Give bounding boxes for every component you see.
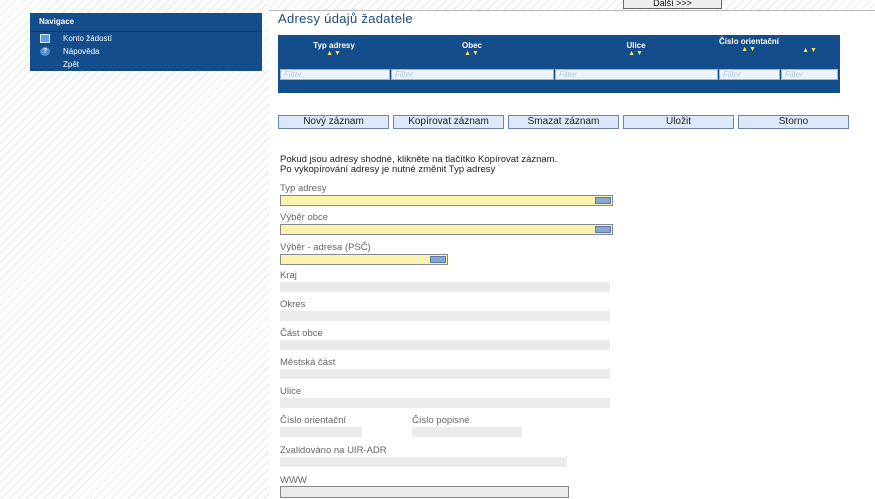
label-vyber-obce: Výběr obce: [280, 212, 329, 223]
copy-record-button[interactable]: Kopírovat záznam: [393, 115, 504, 129]
filter-typ-adresy[interactable]: Filter: [280, 69, 390, 80]
sort-arrows-icon[interactable]: ▲▼: [278, 50, 390, 58]
column-label: Obec: [461, 41, 482, 50]
cancel-button[interactable]: Storno: [738, 115, 849, 129]
field-cislo-orientacni: [280, 427, 362, 437]
www-input[interactable]: [280, 486, 569, 498]
column-header-obec[interactable]: Obec ▲▼: [390, 35, 554, 67]
label-mestska-cast: Městská část: [280, 357, 336, 368]
field-zvalidovano: [280, 457, 567, 467]
filter-obec[interactable]: Filter: [391, 69, 554, 80]
select-vyber-obce[interactable]: [280, 224, 613, 235]
field-mestska-cast: [280, 369, 610, 379]
picker-icon[interactable]: [430, 256, 446, 263]
delete-record-button[interactable]: Smazat záznam: [508, 115, 619, 129]
nav-item-label: Konto žádostí: [63, 34, 112, 43]
page-title: Adresy údajů žadatele: [278, 11, 413, 26]
filter-ulice[interactable]: Filter: [555, 69, 718, 80]
sort-arrows-icon[interactable]: ▲▼: [390, 50, 554, 58]
nav-item-zpet[interactable]: Zpět: [30, 58, 262, 71]
navigation-title: Navigace: [30, 13, 262, 32]
filter-cislo-orientacni[interactable]: Filter: [719, 69, 780, 80]
sort-arrows-icon[interactable]: ▲▼: [718, 46, 780, 54]
info-text-line2: Po vykopírování adresy je nutné změnit T…: [280, 164, 496, 175]
field-kraj: [280, 282, 610, 292]
column-header-cislo-orientacni[interactable]: Číslo orientační ▲▼: [718, 35, 780, 67]
label-ulice: Ulice: [280, 386, 302, 397]
addresses-grid: Typ adresy ▲▼ Obec ▲▼ Ulice ▲▼ Číslo ori…: [278, 35, 840, 93]
column-header-extra[interactable]: ▲▼: [780, 35, 840, 67]
nav-item-label: Zpět: [63, 60, 80, 69]
column-label: Typ adresy: [313, 41, 355, 50]
field-cast-obce: [280, 340, 610, 350]
new-record-button[interactable]: Nový záznam: [278, 115, 389, 129]
field-cislo-popisne: [412, 427, 522, 437]
sort-arrows-icon[interactable]: ▲▼: [780, 47, 840, 55]
nav-item-label: Nápověda: [63, 47, 100, 56]
select-vyber-adresa[interactable]: [280, 254, 448, 265]
label-vyber-adresa: Výběr - adresa (PSČ): [280, 242, 371, 253]
label-cislo-popisne: Číslo popisné: [412, 415, 470, 426]
save-button[interactable]: Uložit: [623, 115, 734, 129]
column-label: Ulice: [626, 41, 646, 50]
help-icon: ?: [40, 47, 50, 56]
nav-item-konto-zadosti[interactable]: Konto žádostí: [30, 32, 262, 45]
column-label: Číslo orientační: [718, 37, 779, 46]
select-typ-adresy[interactable]: [280, 195, 613, 206]
field-ulice: [280, 398, 610, 408]
column-header-ulice[interactable]: Ulice ▲▼: [554, 35, 718, 67]
nav-item-napoveda[interactable]: ? Nápověda: [30, 45, 262, 58]
column-header-typ-adresy[interactable]: Typ adresy ▲▼: [278, 35, 390, 67]
sort-arrows-icon[interactable]: ▲▼: [554, 50, 718, 58]
label-zvalidovano: Zvalidováno na UIR-ADR: [280, 445, 387, 456]
picker-icon[interactable]: [595, 197, 611, 204]
label-okres: Okres: [280, 299, 306, 310]
filter-extra[interactable]: Filter: [781, 69, 838, 80]
label-cislo-orientacni: Číslo orientační: [280, 415, 347, 426]
next-button[interactable]: Další >>>: [623, 0, 722, 9]
label-cast-obce: Část obce: [280, 328, 323, 339]
grid-icon: [40, 34, 50, 43]
label-typ-adresy: Typ adresy: [280, 183, 327, 194]
picker-icon[interactable]: [595, 226, 611, 233]
field-okres: [280, 311, 610, 321]
navigation-panel: Navigace Konto žádostí ? Nápověda Zpět: [30, 13, 262, 71]
label-kraj: Kraj: [280, 270, 297, 281]
left-panel-background: [0, 0, 269, 499]
label-www: WWW: [280, 475, 307, 486]
